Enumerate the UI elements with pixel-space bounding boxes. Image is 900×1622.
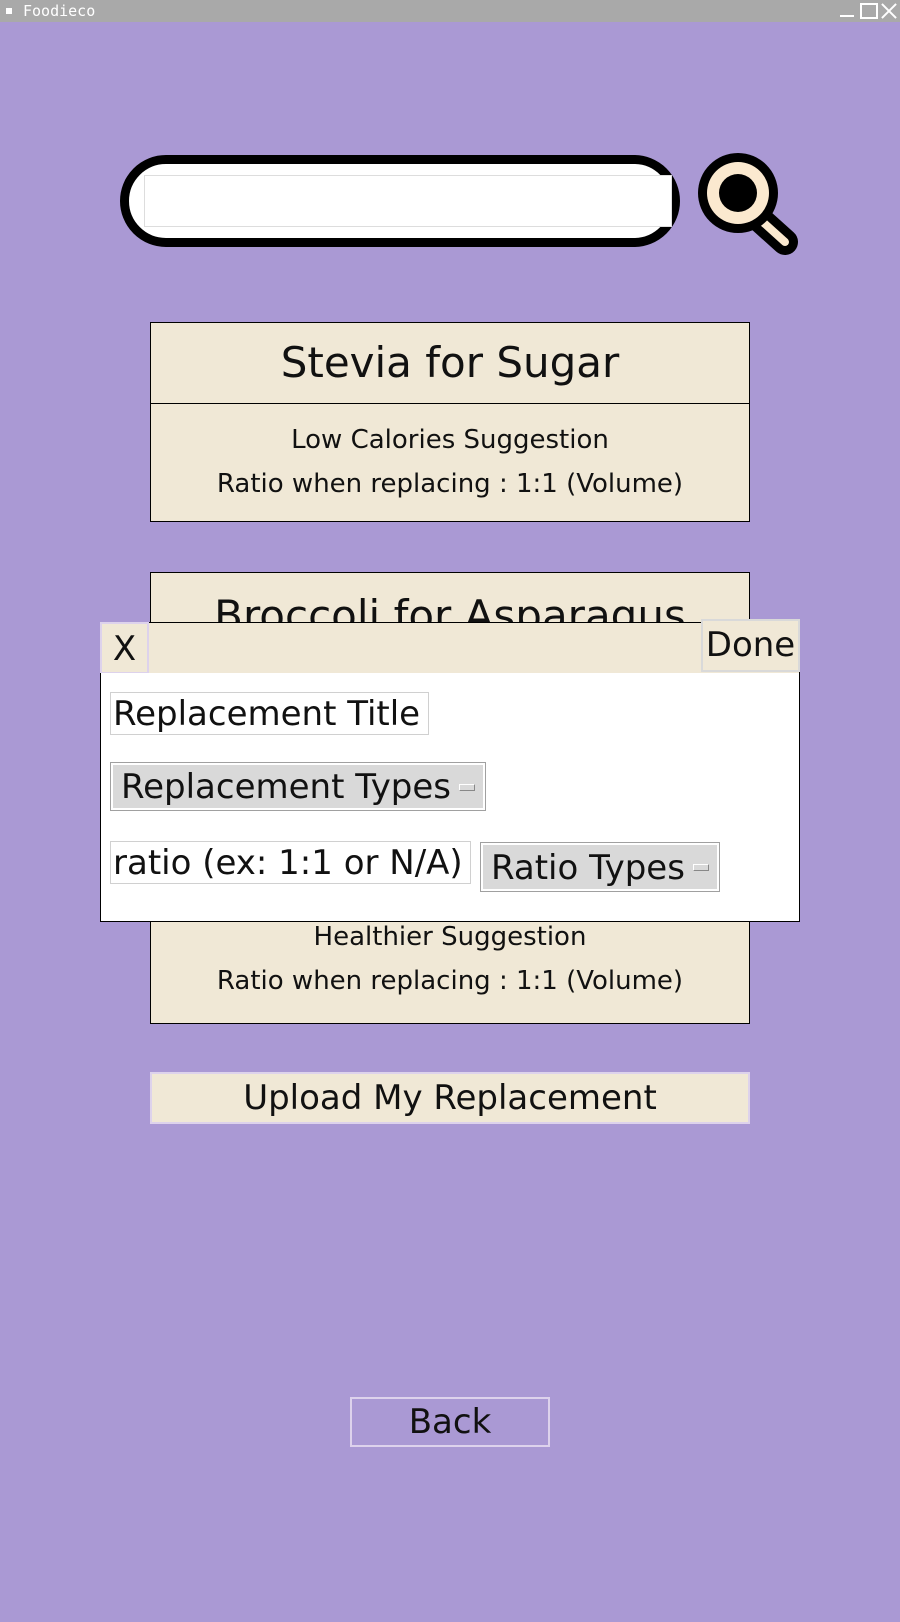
modal-header [100,622,800,674]
ratio-types-label: Ratio Types [491,848,685,888]
close-window-icon[interactable] [880,3,898,19]
card-ratio: Ratio when replacing : 1:1 (Volume) [216,966,684,996]
card-title: Stevia for Sugar [151,323,749,404]
replacement-title-input[interactable] [110,692,429,735]
ratio-input[interactable] [110,841,471,884]
replacement-types-dropdown[interactable]: Replacement Types [110,762,486,811]
minimize-icon[interactable] [838,3,856,19]
replacement-types-label: Replacement Types [121,767,452,807]
window-titlebar: Foodieco [0,0,900,22]
upload-replacement-button[interactable]: Upload My Replacement [150,1072,750,1124]
done-button[interactable]: Done [701,619,800,672]
card-ratio: Ratio when replacing : 1:1 (Volume) [216,469,684,499]
window-title: Foodieco [23,2,96,20]
back-button[interactable]: Back [350,1397,550,1447]
app-menu-icon[interactable] [6,8,12,14]
replacement-card[interactable]: Stevia for Sugar Low Calories Suggestion… [150,322,750,522]
dropdown-indicator-icon [459,783,475,791]
search-input[interactable] [144,175,672,227]
maximize-icon[interactable] [860,3,878,19]
dropdown-indicator-icon [693,864,709,871]
card-subtitle: Low Calories Suggestion [291,425,609,455]
search-icon[interactable] [693,145,803,260]
ratio-types-dropdown[interactable]: Ratio Types [480,842,720,892]
modal-close-button[interactable]: X [100,622,149,674]
